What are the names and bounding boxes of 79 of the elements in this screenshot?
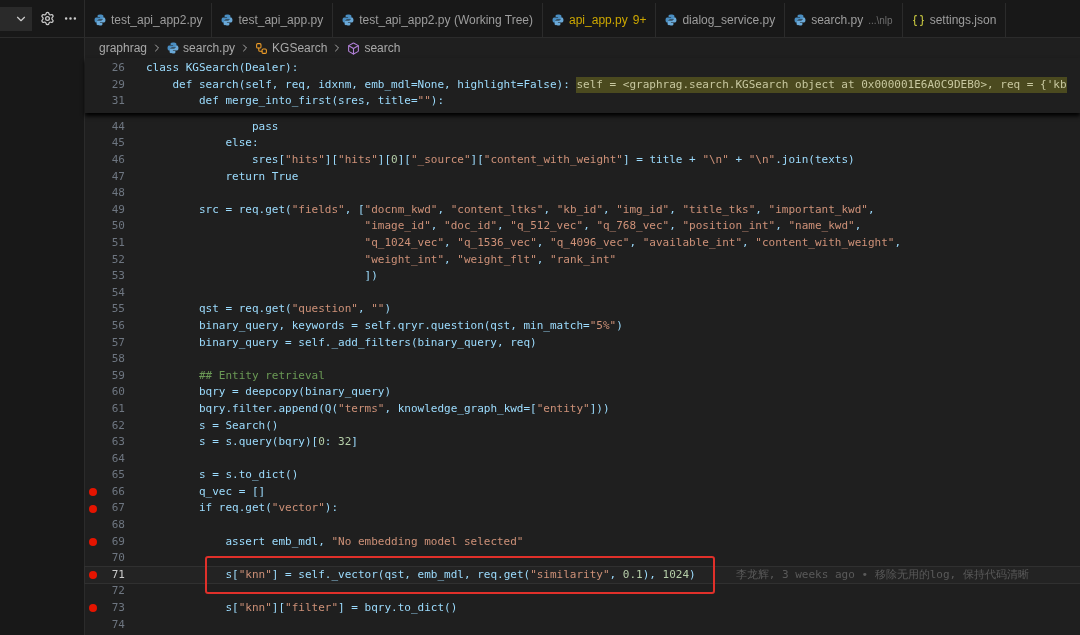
line-number: 62 [110, 417, 125, 434]
line-number: 55 [110, 301, 125, 318]
line-number: 57 [110, 334, 125, 351]
line-number: 29 [110, 76, 125, 93]
breadcrumb-item[interactable]: search.py [183, 39, 236, 57]
code-line: s["knn"] = self._vector(qst, emb_mdl, req.get("similarity", 0.1), 1024) [224, 566, 696, 583]
code-line: s = s.to_dict() [197, 467, 299, 484]
code-line: src = req.get("fields", ["docnm_kwd", "content_ltks", "kb_id", "img_id", "title_tks", "important_kwd", [197, 201, 875, 218]
line-number: 53 [110, 268, 125, 285]
breadcrumb-item[interactable]: KGSearch [272, 39, 328, 57]
line-number: 54 [110, 284, 125, 301]
class-symbol-icon [255, 41, 269, 55]
code-line: "image_id", "doc_id", "q_512_vec", "q_768_vec", "position_int", "name_kwd", [363, 218, 862, 235]
code-line: else: [224, 135, 259, 152]
view-dropdown[interactable] [0, 6, 32, 31]
code-line: binary_query, keywords = self.qryr.question(qst, min_match="5%") [197, 317, 623, 334]
code-line: s = Search() [197, 417, 279, 434]
python-file-icon [167, 42, 180, 54]
inline-debug-value: self = <graphrag.search.KGSearch object at 0x000001E6A0C9DEB0>, req = {'kb [576, 76, 1067, 94]
line-number: 71 [110, 566, 125, 583]
breadcrumb-item[interactable]: search [364, 39, 401, 57]
line-number: 66 [110, 483, 125, 500]
code-line: pass [250, 118, 279, 135]
breadcrumb-item[interactable]: graphrag [99, 39, 148, 57]
line-number: 64 [110, 450, 125, 467]
code-line: class KGSearch(Dealer): [146, 60, 299, 77]
code-line: return True [224, 168, 299, 185]
code-line: binary_query = self._add_filters(binary_query, req) [197, 334, 537, 351]
line-number: 47 [110, 168, 125, 185]
cube-icon [347, 41, 361, 55]
line-number: 26 [110, 60, 125, 77]
line-number: 65 [110, 467, 125, 484]
code-line: "q_1024_vec", "q_1536_vec", "q_4096_vec", "available_int", "content_with_weight", [363, 235, 902, 251]
python-file-icon [552, 14, 564, 26]
braces-icon [911, 13, 925, 27]
code-line: "weight_int", "weight_flt", "rank_int" [363, 251, 617, 268]
line-number: 74 [110, 616, 125, 633]
settings-icon[interactable] [40, 11, 55, 26]
line-number: 70 [110, 550, 125, 567]
code-line: bqry = deepcopy(binary_query) [197, 384, 392, 401]
line-number: 72 [110, 583, 125, 600]
python-file-icon [342, 14, 355, 26]
code-line: assert emb_mdl, "No embedding model selected" [224, 533, 524, 550]
line-number: 56 [110, 317, 125, 334]
line-number: 73 [110, 600, 125, 617]
code-line: def search(self, req, idxnm, emb_mdl=None, highlight=False): [171, 76, 571, 93]
code-line: s["knn"]["filter"] = bqry.to_dict() [224, 600, 458, 617]
line-number: 48 [110, 185, 125, 202]
code-line: sres["hits"]["hits"][0]["_source"]["content_with_weight"] = title + "\n" + "\n".join(texts) [250, 152, 855, 168]
line-number: 31 [110, 93, 125, 110]
line-number: 68 [110, 517, 125, 534]
code-line: ]) [363, 268, 378, 285]
line-number: 52 [110, 251, 125, 268]
code-line: if req.get("vector"): [197, 500, 339, 517]
line-number: 69 [110, 533, 125, 550]
line-number: 46 [110, 152, 125, 168]
python-file-icon [221, 14, 234, 26]
python-file-icon [665, 14, 678, 26]
tab-path: ...\nlp [868, 13, 893, 28]
line-number: 59 [110, 367, 125, 384]
code-line: bqry.filter.append(Q("terms", knowledge_graph_kwd=["entity"])) [197, 400, 610, 417]
line-number: 44 [110, 118, 125, 135]
line-number: 50 [110, 218, 125, 235]
code-line: ## Entity retrieval [198, 367, 325, 384]
code-line: qst = req.get("question", "") [197, 301, 392, 318]
line-number: 63 [110, 434, 125, 451]
code-line: s = s.query(bqry)[0: 32] [197, 434, 358, 451]
code-line: q_vec = [] [197, 483, 266, 500]
line-number: 45 [110, 135, 125, 152]
line-number: 60 [110, 384, 125, 401]
python-file-icon [94, 14, 106, 26]
problem-count: 9+ [632, 12, 647, 29]
line-number: 61 [110, 400, 125, 417]
python-file-icon [794, 14, 807, 26]
line-number: 58 [110, 351, 125, 368]
line-number: 51 [110, 235, 125, 251]
line-number: 67 [110, 500, 125, 517]
code-line: def merge_into_first(sres, title=""): [197, 93, 445, 110]
line-number: 49 [110, 201, 125, 218]
